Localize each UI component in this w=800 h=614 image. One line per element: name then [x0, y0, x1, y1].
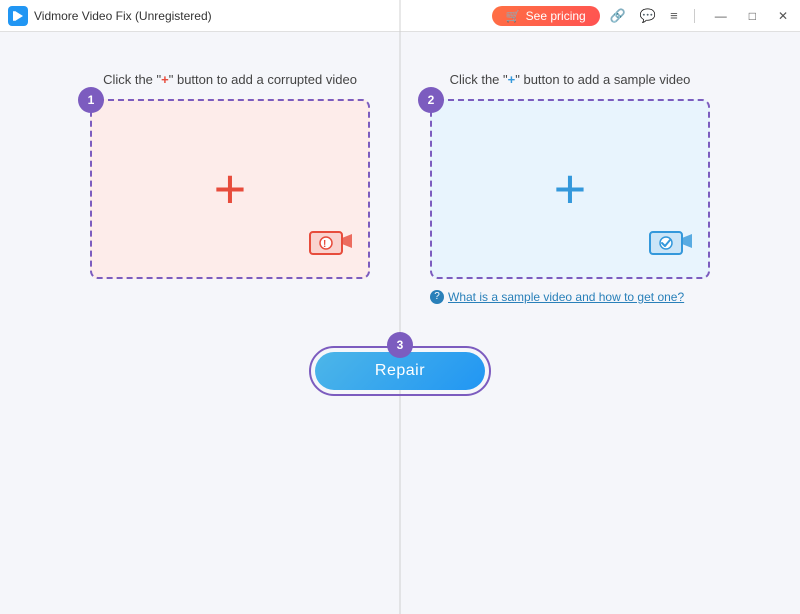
sample-cam-icon [646, 224, 692, 263]
left-panel-title: Click the "+" button to add a corrupted … [103, 72, 357, 87]
app-title: Vidmore Video Fix (Unregistered) [34, 9, 492, 23]
step-badge-3: 3 [387, 332, 413, 358]
question-icon: ? [430, 290, 444, 304]
minimize-button[interactable]: — [711, 9, 731, 23]
app-logo [8, 6, 28, 26]
add-corrupted-icon: + [214, 161, 247, 217]
close-button[interactable]: ✕ [774, 9, 792, 23]
right-instruction-prefix: Click the " [450, 72, 508, 87]
right-panel-title: Click the "+" button to add a sample vid… [450, 72, 691, 87]
repair-area: 3 Repair [309, 346, 491, 396]
pricing-label: See pricing [526, 9, 586, 23]
separator [694, 9, 695, 23]
right-panel: Click the " + " button to add a sample vid… [400, 72, 740, 306]
add-sample-icon: + [554, 161, 587, 217]
main-content: Click the "+" button to add a corrupted … [0, 32, 800, 514]
menu-icon[interactable]: ≡ [670, 8, 678, 23]
panels-container: Click the "+" button to add a corrupted … [50, 72, 750, 306]
titlebar-actions: 🔗 💬 ≡ — □ ✕ [610, 8, 792, 24]
pricing-button[interactable]: 🛒 See pricing [492, 6, 600, 26]
sample-video-dropzone[interactable]: 2 + [430, 99, 710, 279]
link-icon[interactable]: 🔗 [610, 8, 626, 24]
left-instruction-suffix: " button to add a corrupted video [169, 72, 357, 87]
chat-icon[interactable]: 💬 [640, 8, 656, 24]
right-instruction-suffix: " button to add a sample video [515, 72, 690, 87]
svg-text:!: ! [323, 239, 326, 250]
left-plus-char: + [161, 72, 169, 87]
corrupted-cam-icon: ! [306, 224, 352, 263]
cart-icon: 🛒 [506, 9, 521, 23]
sample-link-text: What is a sample video and how to get on… [448, 289, 684, 306]
left-instruction-prefix: Click the " [103, 72, 161, 87]
sample-video-help-link[interactable]: ? What is a sample video and how to get … [430, 289, 710, 306]
step-badge-1: 1 [78, 87, 104, 113]
step-badge-2: 2 [418, 87, 444, 113]
left-panel: Click the "+" button to add a corrupted … [60, 72, 400, 279]
maximize-button[interactable]: □ [745, 9, 760, 23]
corrupted-video-dropzone[interactable]: 1 + ! [90, 99, 370, 279]
